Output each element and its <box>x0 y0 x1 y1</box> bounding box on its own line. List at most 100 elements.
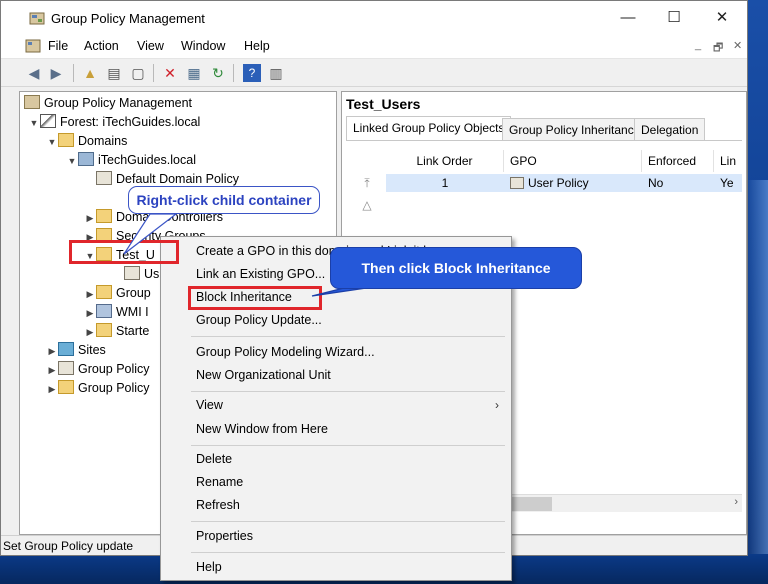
cell-enforced: No <box>648 176 664 190</box>
menu-action[interactable]: Action <box>84 39 119 53</box>
gpm-app-icon <box>29 12 45 25</box>
tree-starter-gpos[interactable]: ▶ Starte <box>84 322 149 340</box>
col-link-order[interactable]: Link Order <box>386 150 504 172</box>
tree-forest[interactable]: ▼ Forest: iTechGuides.local <box>28 113 200 131</box>
collapse-arrow-icon[interactable]: ▼ <box>46 133 58 151</box>
menu-new-ou[interactable]: New Organizational Unit <box>196 364 331 386</box>
menu-help[interactable]: Help <box>244 39 270 53</box>
results-icon <box>58 380 74 394</box>
scrollbar-thumb[interactable] <box>512 497 552 511</box>
col-enforced[interactable]: Enforced <box>642 150 714 172</box>
tree-wmi-filters[interactable]: ▶ WMI I <box>84 303 149 321</box>
forward-icon[interactable]: ▶ <box>47 64 65 82</box>
menu-rename[interactable]: Rename <box>196 471 243 493</box>
tree-label: Forest: iTechGuides.local <box>60 115 201 129</box>
show-hide-tree-icon[interactable]: ▤ <box>105 64 123 82</box>
highlight-test-users <box>69 240 179 264</box>
window-title: Group Policy Management <box>51 11 205 26</box>
tree-label: Group Policy <box>78 362 150 376</box>
menu-modeling-wizard[interactable]: Group Policy Modeling Wizard... <box>196 341 375 363</box>
cell-link-enabled: Ye <box>720 176 734 190</box>
child-minimize-button[interactable]: _ <box>695 39 701 51</box>
menu-new-window[interactable]: New Window from Here <box>196 418 328 440</box>
child-close-button[interactable]: ✕ <box>733 39 742 52</box>
ou-folder-icon <box>96 285 112 299</box>
ou-folder-icon <box>96 323 112 337</box>
modeling-icon <box>58 361 74 375</box>
properties-icon[interactable]: ▢ <box>129 64 147 82</box>
maximize-button[interactable]: ☐ <box>651 1 697 34</box>
menu-separator <box>191 391 505 392</box>
gpo-link-icon <box>510 177 524 189</box>
menu-help[interactable]: Help <box>196 556 222 578</box>
up-folder-icon[interactable]: ▲ <box>81 64 99 82</box>
tree-group-policy-results[interactable]: ▶ Group Policy <box>46 379 150 397</box>
menu-refresh[interactable]: Refresh <box>196 494 240 516</box>
gpo-link-icon <box>124 266 140 280</box>
collapse-arrow-icon[interactable]: ▼ <box>66 152 78 170</box>
toolbar-separator <box>73 64 74 82</box>
refresh-icon[interactable]: ↻ <box>209 64 227 82</box>
tab-delegation[interactable]: Delegation <box>634 118 706 140</box>
expand-arrow-icon[interactable]: ▶ <box>84 323 96 341</box>
tree-label: Group <box>116 286 151 300</box>
back-icon[interactable]: ◀ <box>25 64 43 82</box>
tree-user-policy-link[interactable]: Us <box>124 265 159 283</box>
cell-gpo: User Policy <box>504 174 642 192</box>
tree-domains[interactable]: ▼ Domains <box>46 132 127 150</box>
console-icon[interactable]: ▥ <box>267 64 285 82</box>
menu-properties[interactable]: Properties <box>196 525 253 547</box>
delete-icon[interactable]: ✕ <box>161 64 179 82</box>
toolbar-separator <box>153 64 154 82</box>
menu-gp-update[interactable]: Group Policy Update... <box>196 309 322 331</box>
submenu-arrow-icon: › <box>495 398 499 412</box>
col-link-enabled[interactable]: Lin <box>714 150 742 172</box>
sites-icon <box>58 342 74 356</box>
export-icon[interactable]: ▦ <box>185 64 203 82</box>
expand-arrow-icon[interactable]: ▶ <box>84 209 96 227</box>
close-button[interactable]: ✕ <box>699 1 745 34</box>
tree-label: Starte <box>116 324 150 338</box>
menu-view[interactable]: View <box>196 394 223 416</box>
menu-link-existing-gpo[interactable]: Link an Existing GPO... <box>196 263 325 285</box>
move-top-icon[interactable]: ⤒ <box>356 172 378 194</box>
domains-folder-icon <box>58 133 74 147</box>
tree-label: Group Policy <box>78 381 150 395</box>
tree-root[interactable]: Group Policy Management <box>24 94 192 112</box>
tab-underline <box>346 140 742 141</box>
gpo-link-icon <box>96 171 112 185</box>
menu-delete[interactable]: Delete <box>196 448 232 470</box>
menu-separator <box>191 552 505 553</box>
expand-arrow-icon[interactable]: ▶ <box>46 361 58 379</box>
tree-sites[interactable]: ▶ Sites <box>46 341 106 359</box>
tree-group-policy-modeling[interactable]: ▶ Group Policy <box>46 360 150 378</box>
menu-window[interactable]: Window <box>181 39 225 53</box>
expand-arrow-icon[interactable]: ▶ <box>46 342 58 360</box>
move-up-icon[interactable]: △ <box>356 194 378 216</box>
menu-view[interactable]: View <box>137 39 164 53</box>
collapse-arrow-icon[interactable]: ▼ <box>28 114 40 132</box>
minimize-button[interactable]: — <box>605 1 651 34</box>
expand-arrow-icon[interactable]: ▶ <box>46 380 58 398</box>
help-icon[interactable]: ? <box>243 64 261 82</box>
horizontal-scrollbar[interactable]: › <box>512 494 742 512</box>
console-system-icon[interactable] <box>25 39 41 53</box>
tab-gp-inheritance[interactable]: Group Policy Inheritance <box>502 118 648 140</box>
col-gpo[interactable]: GPO <box>504 150 642 172</box>
tree-label: Us <box>144 267 160 281</box>
tab-linked-gpos[interactable]: Linked Group Policy Objects <box>346 116 512 140</box>
wmi-filter-icon <box>96 304 112 318</box>
tree-group-policy-objects[interactable]: ▶ Group <box>84 284 151 302</box>
child-restore-button[interactable]: 🗗 <box>713 39 723 58</box>
title-bar: Group Policy Management — ☐ ✕ <box>1 1 747 34</box>
scroll-right-icon[interactable]: › <box>734 496 738 508</box>
menu-separator <box>191 521 505 522</box>
expand-arrow-icon[interactable]: ▶ <box>84 285 96 303</box>
menu-bar: File Action View Window Help _ 🗗 ✕ <box>1 34 747 59</box>
table-row[interactable]: 1 User Policy No Ye <box>386 174 742 192</box>
expand-arrow-icon[interactable]: ▶ <box>84 304 96 322</box>
tree-domain[interactable]: ▼ iTechGuides.local <box>66 151 196 169</box>
tree-label: Domains <box>78 134 128 148</box>
cell-link-order: 1 <box>441 176 449 190</box>
menu-file[interactable]: File <box>48 39 68 53</box>
